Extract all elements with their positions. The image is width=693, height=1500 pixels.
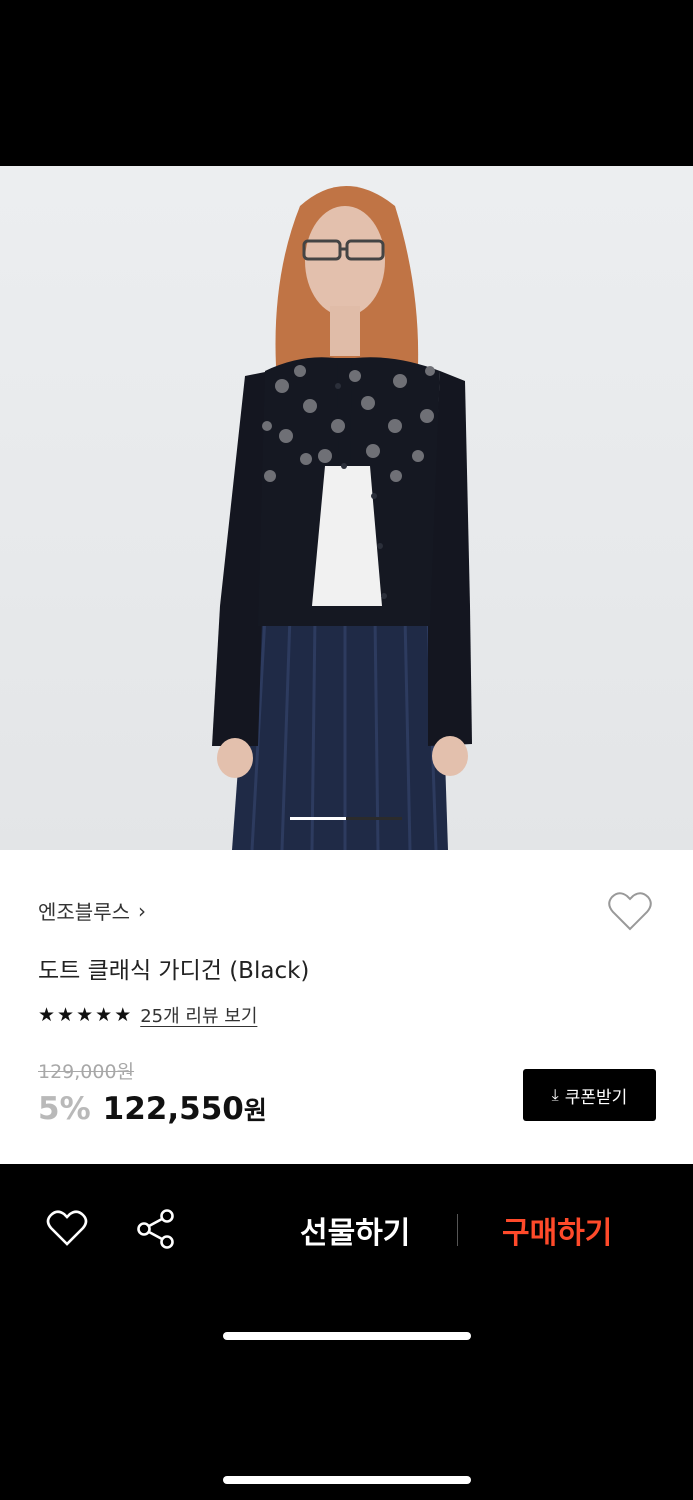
star-icon: ★	[57, 1003, 75, 1026]
currency-unit: 원	[243, 1096, 267, 1125]
top-status-area	[0, 0, 693, 166]
review-link[interactable]: 25개 리뷰 보기	[140, 1002, 257, 1028]
star-icon: ★	[95, 1003, 113, 1026]
heart-icon[interactable]	[607, 890, 653, 932]
rating-row: ★ ★ ★ ★ ★ 25개 리뷰 보기	[38, 1002, 257, 1028]
heart-icon[interactable]	[46, 1209, 88, 1247]
coupon-button[interactable]: ⤓ 쿠폰받기	[523, 1069, 656, 1121]
discount-rate: 5%	[38, 1091, 91, 1127]
home-indicator[interactable]	[223, 1332, 471, 1340]
bottom-action-bar: 선물하기 구매하기	[0, 1164, 693, 1500]
chevron-right-icon: ›	[138, 898, 146, 923]
download-icon: ⤓	[551, 1085, 559, 1104]
product-info: 엔조블루스 › 도트 클래식 가디건 (Black) ★ ★ ★ ★ ★ 25개…	[0, 850, 693, 1164]
divider	[457, 1214, 458, 1246]
model-photo	[212, 186, 472, 850]
rating-stars: ★ ★ ★ ★ ★	[38, 1003, 132, 1026]
image-pager-active	[290, 817, 346, 820]
original-price: 129,000원	[38, 1061, 135, 1083]
image-pager	[290, 817, 402, 820]
share-icon[interactable]	[136, 1208, 176, 1250]
price-row: 5% 122,550 원	[38, 1091, 267, 1127]
star-icon: ★	[38, 1003, 56, 1026]
product-image[interactable]	[0, 166, 693, 850]
brand-link[interactable]: 엔조블루스 ›	[38, 896, 146, 925]
star-icon: ★	[76, 1003, 94, 1026]
product-title: 도트 클래식 가디건 (Black)	[38, 958, 310, 984]
sale-price: 122,550	[102, 1091, 244, 1127]
coupon-label: 쿠폰받기	[564, 1087, 628, 1108]
gift-button[interactable]: 선물하기	[300, 1208, 410, 1252]
home-indicator[interactable]	[223, 1476, 471, 1484]
buy-button[interactable]: 구매하기	[502, 1208, 612, 1252]
star-icon: ★	[114, 1003, 132, 1026]
brand-name: 엔조블루스	[38, 900, 130, 924]
